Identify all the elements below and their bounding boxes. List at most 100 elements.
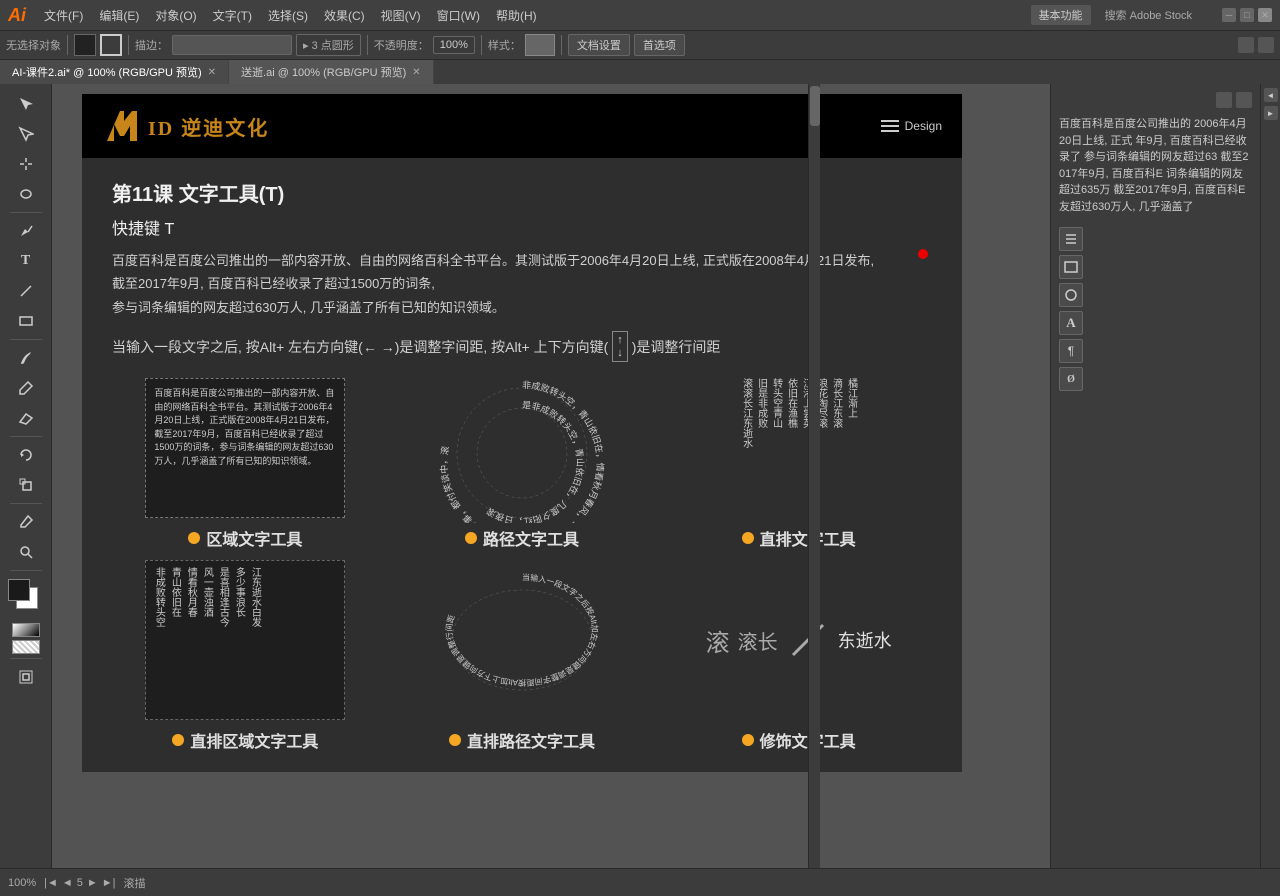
vertical-text-dot bbox=[742, 532, 754, 544]
rp-type-icon[interactable]: A bbox=[1059, 311, 1083, 335]
lasso-tool[interactable] bbox=[12, 180, 40, 208]
expand-right-icon[interactable]: ► bbox=[1264, 106, 1278, 120]
nav-controls: |◄ ◄ 5 ► ►| bbox=[44, 877, 115, 889]
vertical-area-label: 直排区域文字工具 bbox=[172, 728, 318, 752]
menu-effect[interactable]: 效果(C) bbox=[316, 7, 373, 24]
rp-justify-icon[interactable] bbox=[1059, 255, 1083, 279]
panel-collapse-icon[interactable] bbox=[1216, 92, 1232, 108]
main-layout: T bbox=[0, 84, 1280, 868]
vertical-area-title: 直排区域文字工具 bbox=[190, 728, 318, 752]
design-label: Design bbox=[905, 119, 942, 133]
tool-divider-2 bbox=[10, 339, 42, 340]
tab-0[interactable]: AI-课件2.ai* @ 100% (RGB/GPU 预览) ✕ bbox=[0, 60, 229, 84]
tab-1-close[interactable]: ✕ bbox=[412, 67, 420, 78]
doc-settings-button[interactable]: 文档设置 bbox=[568, 34, 630, 56]
selection-tool[interactable] bbox=[12, 90, 40, 118]
vertical-scrollbar[interactable] bbox=[808, 84, 820, 868]
rotate-tool[interactable] bbox=[12, 441, 40, 469]
deco-char-3: 东逝水 bbox=[838, 627, 892, 653]
magic-wand-tool[interactable] bbox=[12, 150, 40, 178]
scale-tool[interactable] bbox=[12, 471, 40, 499]
artboard-tool[interactable] bbox=[12, 663, 40, 691]
pencil-tool[interactable] bbox=[12, 374, 40, 402]
fill-swatch[interactable] bbox=[74, 34, 96, 56]
va-col-6: 多少事浪长 bbox=[232, 567, 245, 713]
nav-prev[interactable]: ◄ bbox=[62, 877, 73, 889]
right-panel-text: 百度百科是百度公司推出的 2006年4月20日上线, 正式 年9月, 百度百科已… bbox=[1059, 116, 1252, 215]
gradient-swatch[interactable] bbox=[12, 623, 40, 637]
stroke-label: 描边： bbox=[135, 37, 168, 53]
menu-bar: Ai 文件(F) 编辑(E) 对象(O) 文字(T) 选择(S) 效果(C) 视… bbox=[0, 0, 1280, 30]
direct-selection-tool[interactable] bbox=[12, 120, 40, 148]
color-boxes[interactable] bbox=[8, 579, 44, 615]
zoom-tool[interactable] bbox=[12, 538, 40, 566]
menu-right-group: 基本功能 搜索 Adobe Stock ─ □ ✕ bbox=[1031, 5, 1272, 25]
menu-select[interactable]: 选择(S) bbox=[260, 7, 316, 24]
alt-text-part1: 当输入一段文字之后, 按Alt+ 左右方向键(← →)是调整字间距, 按Alt+… bbox=[112, 337, 608, 357]
type-tool[interactable]: T bbox=[12, 247, 40, 275]
arrange-icon[interactable] bbox=[1238, 37, 1254, 53]
area-text-label: 区域文字工具 bbox=[188, 526, 302, 550]
vertical-text-canvas: 滚滚长江东逝水 旧是非成败 转头空青山 依旧在渔樵 江渚上尝英 浪花淘尽滚 滴长… bbox=[699, 378, 899, 518]
stroke-swatch[interactable] bbox=[100, 34, 122, 56]
menu-edit[interactable]: 编辑(E) bbox=[91, 7, 147, 24]
stroke-field[interactable] bbox=[172, 35, 292, 55]
vertical-path-demo: 当输入一段文字之后按Alt加左右方向键是调整字间距按Alt加上下方向键是调整行间… bbox=[389, 560, 656, 752]
zoom-level: 100% bbox=[8, 877, 36, 889]
menu-help[interactable]: 帮助(H) bbox=[488, 7, 545, 24]
tool-divider-1 bbox=[10, 212, 42, 213]
color-mode-row bbox=[12, 623, 40, 654]
pen-tool[interactable] bbox=[12, 217, 40, 245]
panels-icon[interactable] bbox=[1258, 37, 1274, 53]
foreground-color[interactable] bbox=[8, 579, 30, 601]
rp-circle-icon[interactable] bbox=[1059, 283, 1083, 307]
panel-expand-icon[interactable] bbox=[1236, 92, 1252, 108]
menu-window[interactable]: 窗口(W) bbox=[429, 7, 488, 24]
rp-paragraph-icon[interactable]: ¶ bbox=[1059, 339, 1083, 363]
opacity-value[interactable]: 100% bbox=[433, 36, 475, 54]
divider-3 bbox=[367, 35, 368, 55]
right-panel-icon-area: A ¶ Ø bbox=[1059, 227, 1252, 391]
page-number: 5 bbox=[77, 877, 83, 889]
hamburger-icon[interactable] bbox=[881, 120, 899, 132]
pattern-swatch[interactable] bbox=[12, 640, 40, 654]
tab-1-label: 送逝.ai @ 100% (RGB/GPU 预览) bbox=[241, 64, 406, 80]
preferences-button[interactable]: 首选项 bbox=[634, 34, 685, 56]
menu-text[interactable]: 文字(T) bbox=[205, 7, 260, 24]
toolbar-right bbox=[1238, 37, 1274, 53]
minimize-button[interactable]: ─ bbox=[1222, 8, 1236, 22]
decoration-label: 修饰文字工具 bbox=[742, 728, 856, 752]
divider-1 bbox=[67, 35, 68, 55]
nav-first[interactable]: |◄ bbox=[44, 877, 58, 889]
points-dropdown[interactable]: ▸ 3 点圆形 bbox=[296, 34, 361, 56]
collapse-left-icon[interactable]: ◄ bbox=[1264, 88, 1278, 102]
paintbrush-tool[interactable] bbox=[12, 344, 40, 372]
eyedropper-tool[interactable] bbox=[12, 508, 40, 536]
design-menu-area: Design bbox=[881, 119, 942, 133]
tab-1[interactable]: 送逝.ai @ 100% (RGB/GPU 预览) ✕ bbox=[229, 60, 434, 84]
eraser-tool[interactable] bbox=[12, 404, 40, 432]
nav-next[interactable]: ► bbox=[87, 877, 98, 889]
tab-0-close[interactable]: ✕ bbox=[208, 67, 216, 78]
slide-canvas: ID 逆迪文化 Design 第11课 文字工具(T) 快捷键 T bbox=[82, 94, 962, 772]
line-tool[interactable] bbox=[12, 277, 40, 305]
search-stock[interactable]: 搜索 Adobe Stock bbox=[1099, 5, 1198, 25]
red-dot-marker bbox=[918, 249, 928, 259]
rp-align-icon[interactable] bbox=[1059, 227, 1083, 251]
nav-last[interactable]: ►| bbox=[102, 877, 116, 889]
status-bar: 100% |◄ ◄ 5 ► ►| 滚描 bbox=[0, 868, 1280, 896]
scrollbar-thumb[interactable] bbox=[810, 86, 820, 126]
workspace-dropdown[interactable]: 基本功能 bbox=[1031, 5, 1091, 25]
tool-divider-3 bbox=[10, 436, 42, 437]
menu-view[interactable]: 视图(V) bbox=[373, 7, 429, 24]
menu-object[interactable]: 对象(O) bbox=[147, 7, 204, 24]
maximize-button[interactable]: □ bbox=[1240, 8, 1254, 22]
right-panel: 百度百科是百度公司推出的 2006年4月20日上线, 正式 年9月, 百度百科已… bbox=[1050, 84, 1260, 868]
style-swatch[interactable] bbox=[525, 34, 555, 56]
close-button[interactable]: ✕ bbox=[1258, 8, 1272, 22]
divider-2 bbox=[128, 35, 129, 55]
rectangle-tool[interactable] bbox=[12, 307, 40, 335]
rp-char-icon[interactable]: Ø bbox=[1059, 367, 1083, 391]
down-arrow: ↓ bbox=[617, 347, 623, 359]
menu-file[interactable]: 文件(F) bbox=[36, 7, 91, 24]
